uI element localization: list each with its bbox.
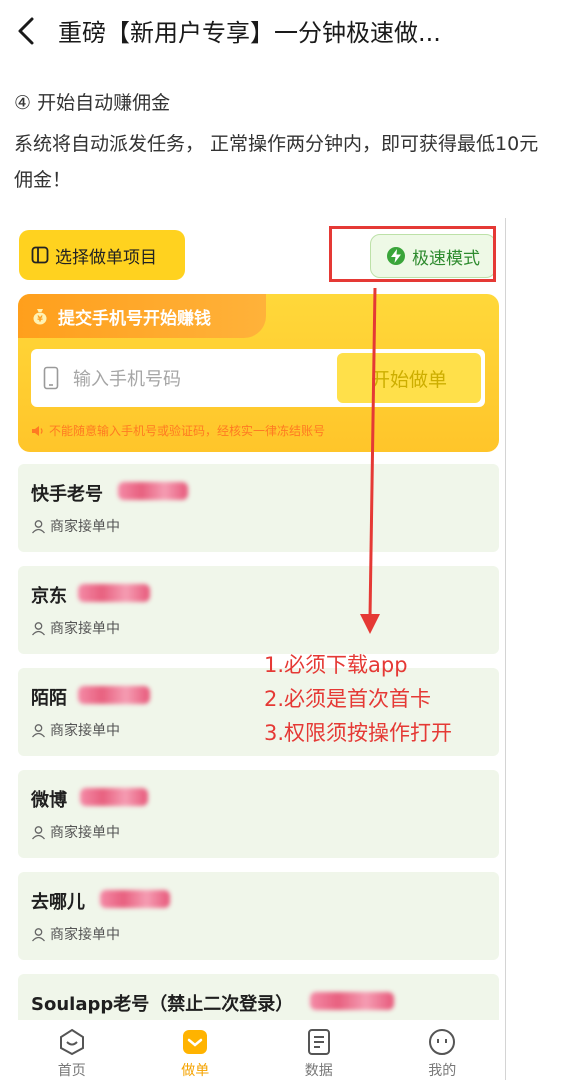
task-list: 快手老号 商家接单中 京东 商家接单中 陌陌 商家接单中 微博 商家接单中 去哪… [18,464,499,1076]
task-name: 快手老号 [31,484,103,505]
phone-input[interactable] [71,349,345,407]
task-item[interactable]: 京东 商家接单中 [18,566,499,654]
article-header: 重磅【新用户专享】一分钟极速做... [0,0,562,60]
redacted-text [78,686,150,704]
user-icon [32,519,45,533]
redacted-text [78,584,150,602]
nav-profile[interactable]: 我的 [381,1020,505,1080]
task-status-label: 商家接单中 [50,927,120,943]
task-name: 京东 [31,586,67,607]
nav-data[interactable]: 数据 [257,1020,381,1080]
profile-icon [429,1029,456,1055]
user-icon [32,621,45,635]
card-title-tab: ¥ 提交手机号开始赚钱 [18,294,266,338]
task-status-label: 商家接单中 [50,519,120,535]
task-status-label: 商家接单中 [50,723,120,739]
order-icon [183,1030,208,1054]
nav-order[interactable]: 做单 [134,1020,258,1080]
step-description: 系统将自动派发任务， 正常操作两分钟内，即可获得最低10元佣金！ [14,133,539,191]
page-title: 重磅【新用户专享】一分钟极速做... [58,19,441,47]
choose-project-label: 选择做单项目 [55,247,157,268]
task-status: 商家接单中 [31,618,120,638]
annotation-line: 2.必须是首次首卡 [264,687,432,711]
nav-home[interactable]: 首页 [10,1020,134,1080]
redacted-text [100,890,170,908]
back-button[interactable] [12,14,42,48]
task-status: 商家接单中 [31,516,120,536]
nav-label: 数据 [304,1063,333,1079]
phone-input-box: 开始做单 [31,349,485,407]
user-icon [32,927,45,941]
app-screenshot: 选择做单项目 极速模式 ¥ 提交手机号开始赚钱 开始做单 [10,218,504,1080]
task-name: 去哪儿 [31,892,85,913]
data-icon [307,1029,330,1055]
step-heading: ④ 开始自动赚佣金 [14,92,171,114]
user-icon [32,723,45,737]
redacted-text [118,482,188,500]
speaker-icon [32,425,43,436]
task-status: 商家接单中 [31,924,120,944]
task-status: 商家接单中 [31,822,120,842]
redacted-text [80,788,148,806]
task-item[interactable]: 微博 商家接单中 [18,770,499,858]
user-icon [32,825,45,839]
bottom-nav: 首页 做单 数据 我的 [10,1020,504,1080]
task-name: 陌陌 [31,688,67,709]
choose-project-button[interactable]: 选择做单项目 [19,230,185,280]
annotation-note: 1.必须下载app 2.必须是首次首卡 3.权限须按操作打开 [264,648,452,750]
card-title: 提交手机号开始赚钱 [58,308,211,329]
task-status-label: 商家接单中 [50,621,120,637]
task-item[interactable]: 去哪儿 商家接单中 [18,872,499,960]
task-status-label: 商家接单中 [50,825,120,841]
home-icon [59,1028,84,1056]
phone-submit-card: ¥ 提交手机号开始赚钱 开始做单 不能随意输入手机号或验证码，经核实一律冻结账号 [18,294,499,452]
warning-notice: 不能随意输入手机号或验证码，经核实一律冻结账号 [31,422,325,439]
nav-label: 我的 [428,1063,457,1079]
money-bag-icon: ¥ [33,309,47,325]
nav-label: 首页 [57,1063,86,1079]
task-item[interactable]: 快手老号 商家接单中 [18,464,499,552]
task-name: 微博 [31,790,67,811]
annotation-line: 1.必须下载app [264,653,408,677]
redacted-text [310,992,394,1010]
annotation-line: 3.权限须按操作打开 [264,721,453,745]
task-status: 商家接单中 [31,720,120,740]
svg-text:¥: ¥ [37,315,43,324]
layout-icon [31,246,49,264]
warning-text: 不能随意输入手机号或验证码，经核实一律冻结账号 [49,424,326,438]
start-order-button[interactable]: 开始做单 [337,353,481,403]
chevron-left-icon [18,17,34,45]
task-name: Soulapp老号（禁止二次登录） [31,994,294,1015]
phone-icon [43,366,59,390]
nav-label: 做单 [181,1063,210,1079]
screenshot-divider [505,218,506,1080]
highlight-box [329,226,496,282]
